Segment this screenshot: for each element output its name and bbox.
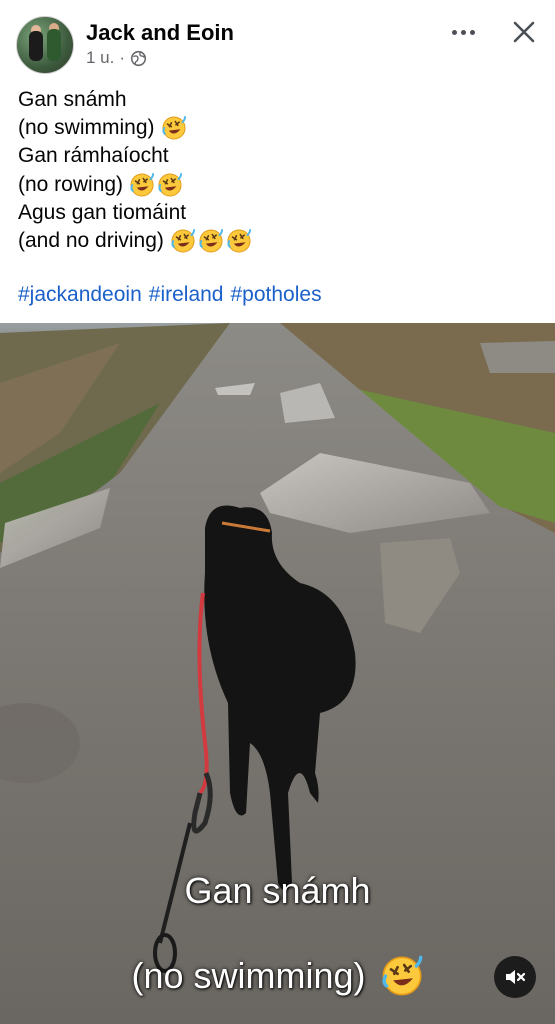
video-subtitle-text: (no swimming) [131, 955, 366, 996]
hashtag-link[interactable]: #ireland [149, 283, 224, 307]
hashtag-link[interactable]: #jackandeoin [18, 283, 142, 307]
post-time[interactable]: 1 u. [86, 48, 114, 68]
hashtag-link[interactable]: #potholes [231, 283, 322, 307]
caption-line: (no rowing) [18, 171, 538, 199]
video-subtitle-line-1: Gan snámh [184, 870, 371, 911]
rolling-on-floor-laughing-emoji [170, 228, 196, 254]
caption-line: Agus gan tiomáint [18, 199, 538, 227]
rolling-on-floor-laughing-emoji [198, 228, 224, 254]
caption-line: Gan snámh [18, 86, 538, 114]
caption-text: Gan rámhaíocht [18, 144, 169, 168]
post-video[interactable]: Gan snámh (no swimming) [0, 323, 555, 1024]
rolling-on-floor-laughing-emoji [161, 115, 187, 141]
rolling-on-floor-laughing-emoji [157, 172, 183, 198]
hashtags: #jackandeoin #ireland #potholes [18, 283, 322, 307]
post-meta: 1 u. · [86, 48, 147, 68]
video-frame [0, 323, 555, 1024]
caption-text: Gan snámh [18, 88, 127, 111]
video-subtitle-line-2: (no swimming) [0, 954, 555, 998]
rolling-on-floor-laughing-emoji [381, 955, 422, 996]
rolling-on-floor-laughing-emoji [226, 228, 252, 254]
speaker-muted-icon[interactable] [494, 956, 536, 998]
caption-text: (no rowing) [18, 172, 124, 196]
rolling-on-floor-laughing-emoji [129, 172, 155, 198]
post-caption: Gan snámh (no swimming) Gan rámhaíocht (no… [18, 86, 538, 255]
more-options-icon[interactable] [446, 18, 480, 46]
globe-icon [130, 50, 147, 66]
caption-text: Agus gan tiomáint [18, 200, 187, 224]
author-avatar[interactable] [16, 16, 74, 74]
post-header: Jack and Eoin 1 u. · [0, 0, 555, 80]
author-name[interactable]: Jack and Eoin [86, 20, 234, 46]
caption-line: (and no driving) [18, 227, 538, 255]
caption-text: (and no driving) [18, 228, 164, 252]
caption-line: Gan rámhaíocht [18, 142, 538, 170]
caption-line: (no swimming) [18, 114, 538, 142]
caption-text: (no swimming) [18, 116, 155, 140]
close-icon[interactable] [508, 16, 540, 48]
meta-separator: · [119, 48, 126, 67]
